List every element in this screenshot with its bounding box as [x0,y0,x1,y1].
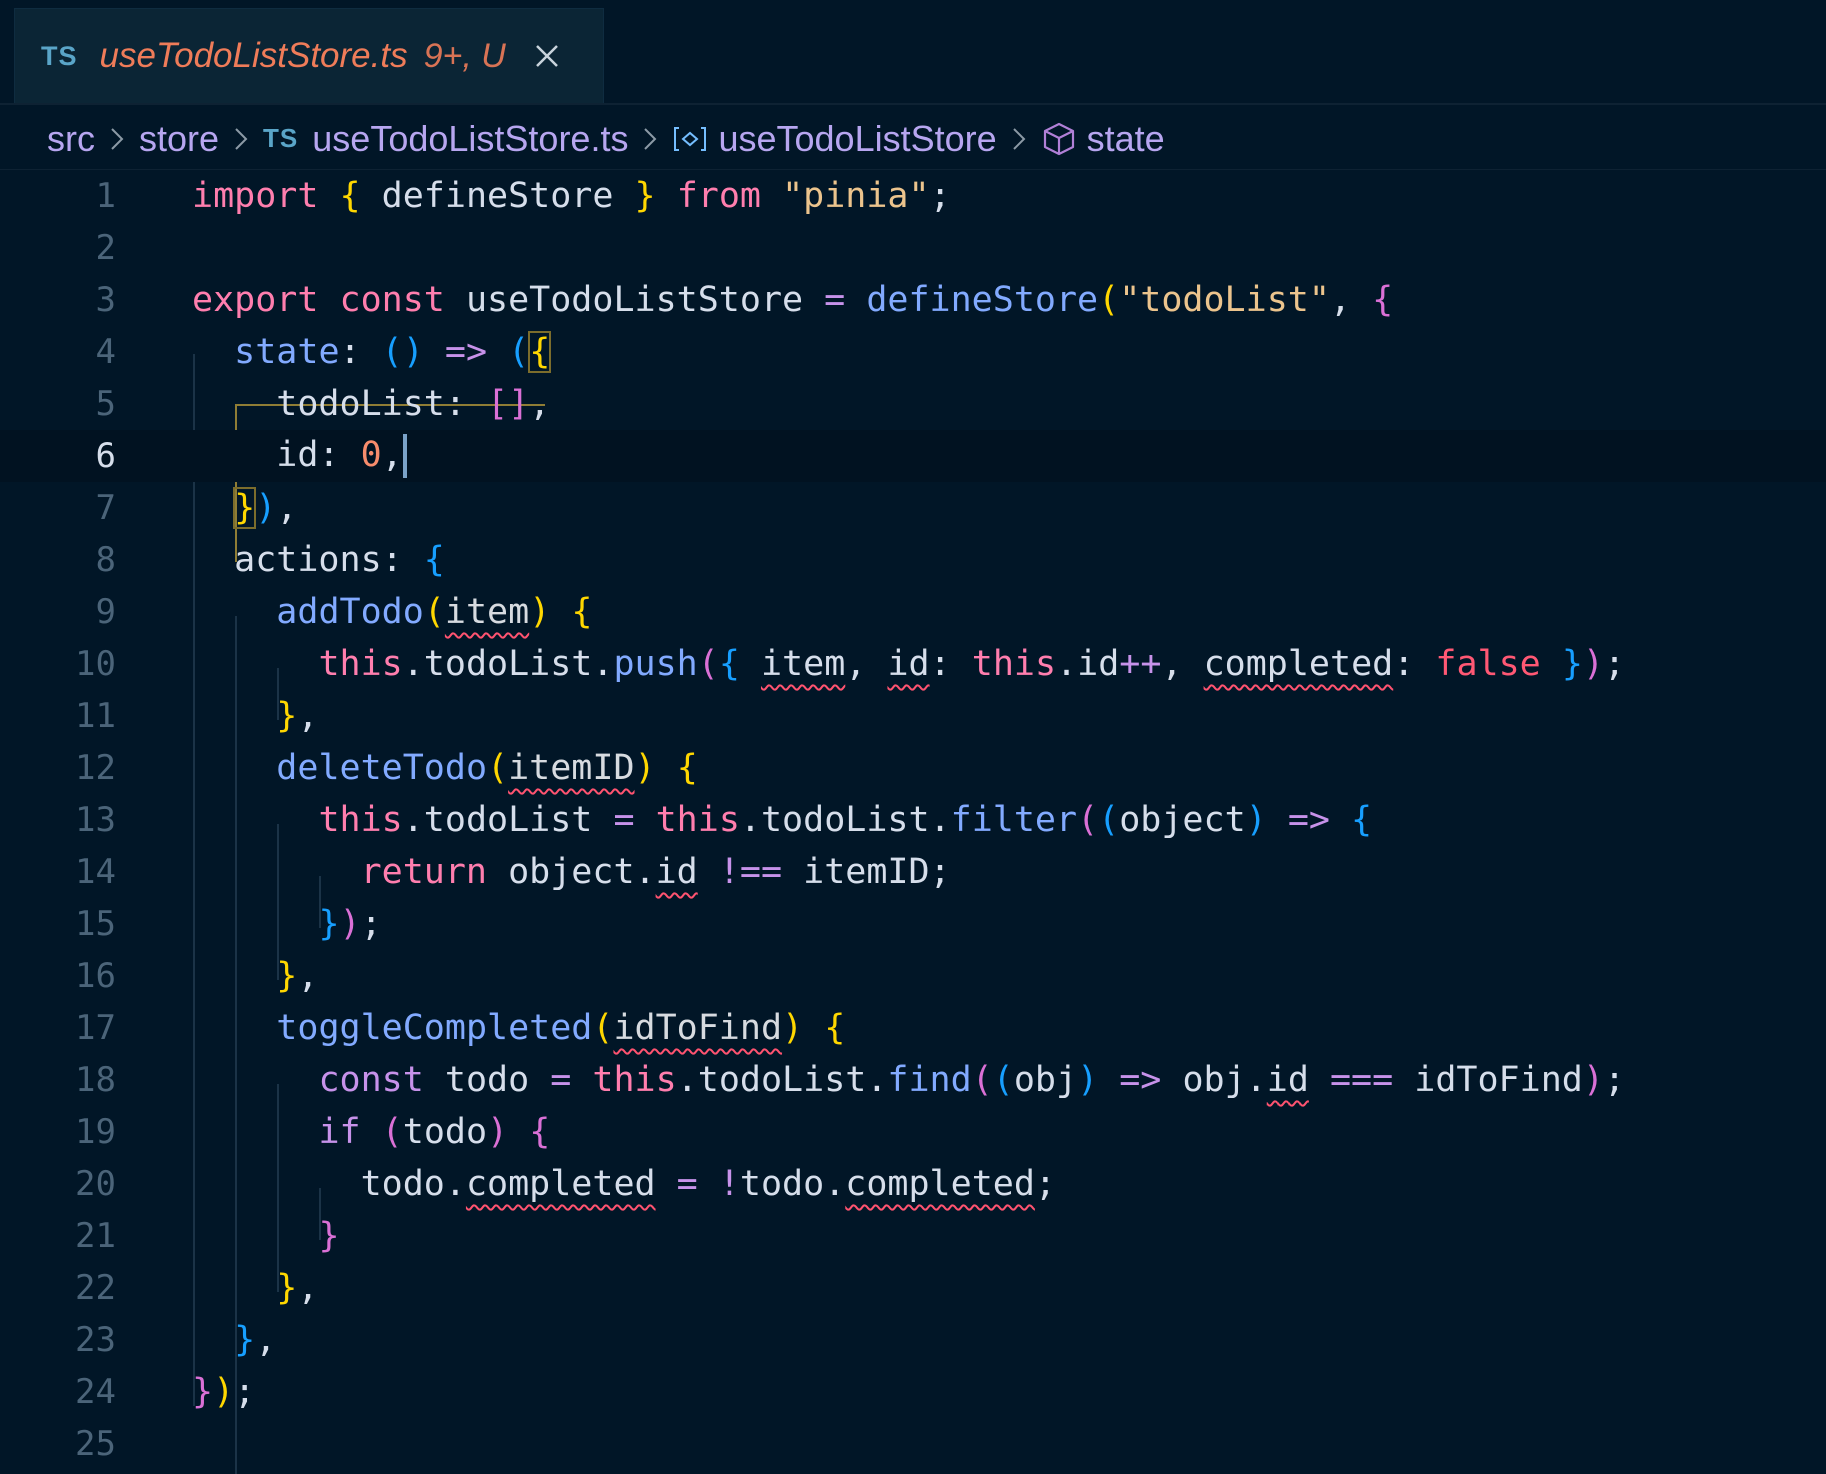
code-line: 13 this.todoList = this.todoList.filter(… [75,800,1373,840]
code-line: 17 toggleCompleted(idToFind) { [75,1008,846,1048]
code-line: 18 const todo = this.todoList.find((obj)… [75,1060,1626,1100]
code-line: 8 actions: { [95,540,445,580]
typescript-file-icon: TS [263,123,299,153]
code-line: 10 this.todoList.push({ item, id: this.i… [75,644,1626,684]
breadcrumb: src store TS useTodoListStore.ts useTodo… [0,108,1826,170]
code-line: 3 export const useTodoListStore = defineS… [95,280,1394,320]
text-cursor [402,434,407,478]
tab-usetodoliststore[interactable]: TS useTodoListStore.ts 9+, U [14,8,604,103]
code-line: 19 if (todo) { [75,1112,551,1152]
code-line: 12 deleteTodo(itemID) { [75,748,698,788]
editor-window: TS useTodoListStore.ts 9+, U src store T… [0,0,1826,1474]
code-line: 2 [95,228,116,268]
breadcrumb-item-store[interactable]: store [139,118,219,160]
code-line: 16 }, [75,956,319,996]
code-editor[interactable]: 1 import { defineStore } from "pinia"; 2 … [0,170,1826,1474]
code-line: 9 addTodo(item) { [95,592,593,632]
code-line: 7 }), [95,487,298,529]
code-line: 25 [75,1424,116,1464]
code-line: 1 import { defineStore } from "pinia"; [95,176,951,216]
typescript-file-icon: TS [41,40,78,71]
close-icon[interactable] [530,39,564,73]
tab-bar: TS useTodoListStore.ts 9+, U [0,0,1826,105]
code-line: 20 todo.completed = !todo.completed; [75,1164,1056,1204]
chevron-right-icon [233,126,249,152]
code-line: 14 return object.id !== itemID; [75,852,951,892]
tab-problems-status: 9+, U [423,36,506,75]
code-line: 23 }, [75,1320,277,1360]
chevron-right-icon [642,126,658,152]
code-line: 5 todoList: [], [95,384,551,424]
tab-filename: useTodoListStore.ts [99,36,408,75]
chevron-right-icon [1011,126,1027,152]
breadcrumb-item-src[interactable]: src [47,118,95,160]
breadcrumb-item-file[interactable]: TS useTodoListStore.ts [263,118,628,160]
variable-icon [672,125,708,153]
code-line: 15 }); [75,904,382,944]
code-line: 4 state: () => ({ [95,331,552,373]
code-line: 11 }, [75,696,319,736]
cube-icon [1041,121,1077,157]
chevron-right-icon [109,126,125,152]
breadcrumb-item-symbol[interactable]: useTodoListStore [672,118,997,160]
breadcrumb-item-state[interactable]: state [1041,118,1165,160]
code-line: 24}); [75,1372,256,1412]
code-line: 22 }, [75,1268,319,1308]
code-line: 21 } [75,1216,340,1256]
code-line-active: 6 id: 0, [0,430,1826,482]
